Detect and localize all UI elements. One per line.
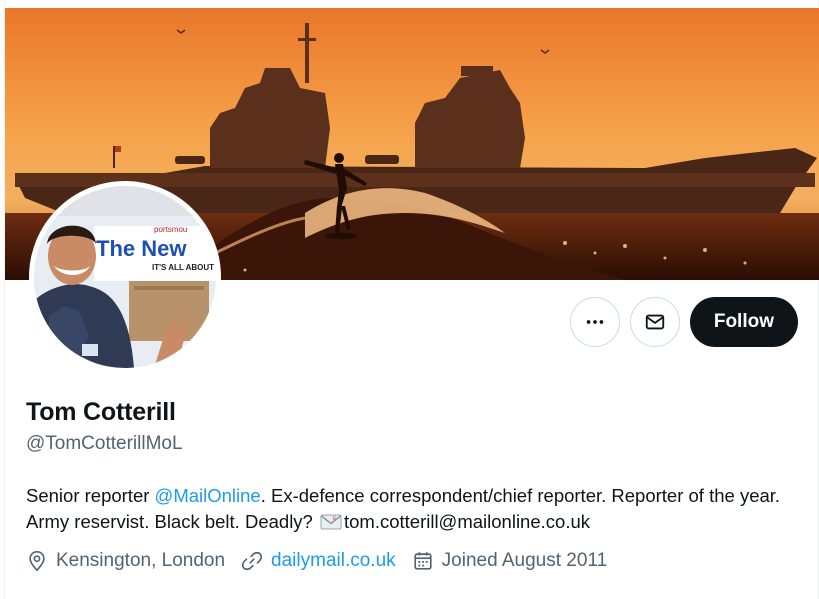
location-text: Kensington, London: [56, 550, 226, 571]
profile-meta: Kensington, London dailymail.co.uk Joine…: [26, 550, 623, 572]
profile-website[interactable]: dailymail.co.uk: [241, 550, 396, 572]
profile-bio: Senior reporter @MailOnline. Ex-defence …: [26, 483, 806, 535]
follow-button[interactable]: Follow: [689, 297, 798, 347]
link-icon: [241, 551, 263, 571]
profile-joined: Joined August 2011: [412, 550, 608, 572]
joined-text: Joined August 2011: [441, 550, 608, 571]
svg-text:portsmou: portsmou: [154, 225, 187, 234]
bio-mention-link[interactable]: @MailOnline: [155, 485, 261, 506]
message-button[interactable]: [629, 297, 680, 347]
envelope-emoji-icon: E: [320, 514, 342, 530]
avatar-photo: The New portsmou IT'S ALL ABOUT: [34, 186, 216, 368]
avatar-sign-text: The New: [96, 236, 187, 261]
envelope-icon: [645, 314, 665, 330]
profile-name: Tom Cotterill: [26, 398, 176, 426]
profile-avatar[interactable]: The New portsmou IT'S ALL ABOUT: [29, 181, 221, 373]
profile-location: Kensington, London: [26, 550, 225, 572]
website-link[interactable]: dailymail.co.uk: [271, 550, 396, 572]
more-horizontal-icon: [586, 320, 604, 324]
more-button[interactable]: [569, 297, 620, 347]
profile-header: The New portsmou IT'S ALL ABOUT Follow T…: [4, 0, 819, 599]
location-pin-icon: [29, 551, 45, 572]
bio-email: tom.cotterill@mailonline.co.uk: [343, 511, 590, 532]
profile-actions: Follow: [569, 297, 798, 347]
bio-text: Senior reporter: [26, 485, 155, 506]
svg-text:IT'S ALL ABOUT: IT'S ALL ABOUT: [152, 263, 214, 272]
profile-handle: @TomCotterillMoL: [26, 433, 183, 454]
calendar-icon: [414, 552, 432, 570]
